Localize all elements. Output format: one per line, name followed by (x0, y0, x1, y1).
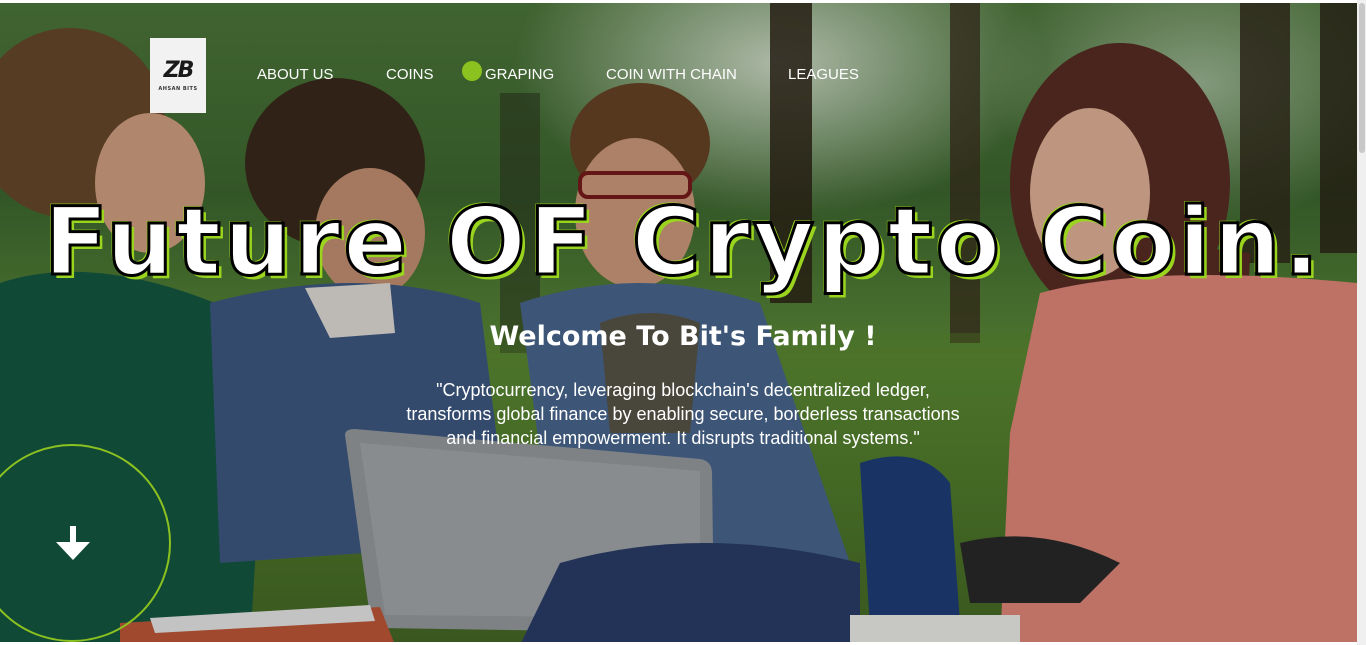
logo-mark: ZB (163, 57, 195, 83)
logo-text: AHSAN BITS (158, 85, 198, 92)
nav-item-leagues[interactable]: LEAGUES (788, 66, 859, 83)
hero-title: Future OF Crypto Coin. (42, 187, 1323, 299)
scrollbar-thumb[interactable] (1359, 3, 1365, 153)
hero-quote: "Cryptocurrency, leveraging blockchain's… (406, 380, 960, 448)
arrow-down-icon[interactable] (54, 526, 92, 562)
page: ZB AHSAN BITS ABOUT US COINS GRAPING COI… (0, 0, 1366, 645)
nav-item-graping[interactable]: GRAPING (485, 66, 554, 83)
hero-subtitle: Welcome To Bit's Family ! (489, 321, 877, 352)
logo[interactable]: ZB AHSAN BITS (150, 38, 206, 113)
nav-active-dot (462, 61, 482, 81)
nav-item-about-us[interactable]: ABOUT US (257, 66, 333, 83)
nav-item-coin-with-chain[interactable]: COIN WITH CHAIN (606, 66, 737, 83)
nav-item-coins[interactable]: COINS (386, 66, 434, 83)
